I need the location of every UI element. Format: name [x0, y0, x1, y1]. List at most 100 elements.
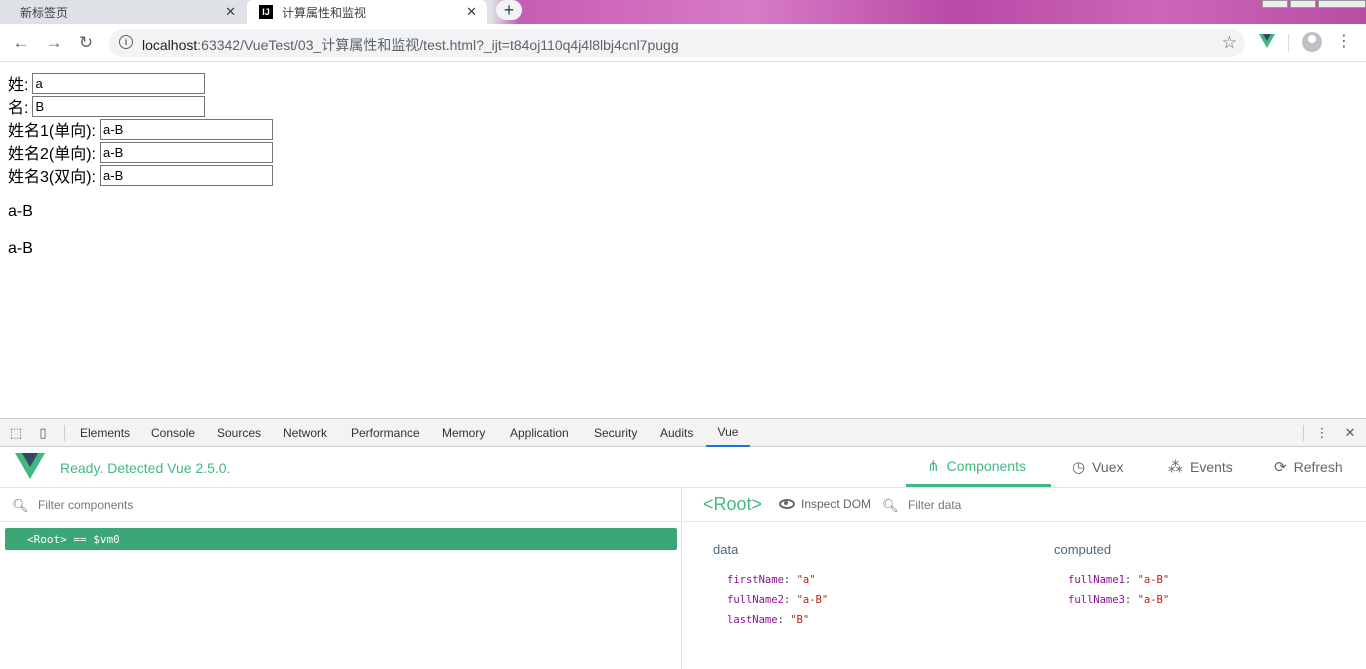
selected-component-title: <Root>: [703, 494, 763, 514]
close-tab-icon[interactable]: ✕: [466, 4, 477, 20]
data-section-title: data: [713, 542, 739, 557]
close-window-button[interactable]: [1318, 0, 1366, 8]
search-icon: 🔍︎: [12, 498, 29, 513]
property-key: fullName1: [1068, 574, 1125, 586]
devtools-divider: [1303, 425, 1304, 441]
tab-title: 计算属性和监视: [282, 5, 367, 20]
components-icon: ⋔: [927, 457, 940, 475]
component-tree-pane: 🔍︎ Filter components <Root> == $vm0: [0, 488, 682, 669]
close-tab-icon[interactable]: ✕: [225, 4, 236, 20]
full-name1-input[interactable]: [100, 118, 274, 140]
url-text[interactable]: localhost:63342/VueTest/03_计算属性和监视/test.…: [142, 35, 679, 55]
tab-events[interactable]: ⁂ Events: [1168, 447, 1233, 487]
tab-vue[interactable]: Vue: [706, 419, 750, 447]
browser-tab-new-tab[interactable]: 新标签页 ✕: [0, 0, 246, 24]
property-key: lastName: [727, 614, 778, 626]
tab-memory[interactable]: Memory: [442, 419, 485, 447]
devtools-tab-bar: ⬚ ▯ Elements Console Sources Network Per…: [0, 419, 1366, 447]
reload-icon[interactable]: ↻: [75, 32, 97, 54]
url-path: :63342/VueTest/03_计算属性和监视/test.html?_ijt…: [197, 37, 679, 53]
site-info-icon[interactable]: i: [119, 35, 133, 49]
tab-title: 新标签页: [20, 5, 69, 20]
tab-elements[interactable]: Elements: [80, 419, 130, 447]
tab-network[interactable]: Network: [283, 419, 327, 447]
profile-avatar-icon[interactable]: [1302, 32, 1322, 52]
events-icon: ⁂: [1168, 459, 1183, 476]
inspect-dom-button[interactable]: Inspect DOM: [779, 497, 871, 511]
property-key: fullName2: [727, 594, 784, 606]
field-label: 姓名3(双向):: [8, 169, 97, 186]
forward-arrow-icon[interactable]: →: [43, 32, 65, 54]
maximize-window-button[interactable]: [1290, 0, 1316, 8]
field-label: 姓名2(单向):: [8, 146, 97, 163]
devtools-divider: [64, 425, 65, 441]
last-name-input[interactable]: [32, 95, 206, 117]
close-devtools-icon[interactable]: ✕: [1342, 425, 1358, 441]
browser-toolbar: ← → ↻ i localhost:63342/VueTest/03_计算属性和…: [0, 24, 1366, 62]
vue-devtools-header: Ready. Detected Vue 2.5.0. ⋔ Components …: [0, 447, 1366, 488]
page-viewport: 姓: 名: 姓名1(单向): 姓名2(单向): 姓名3(双向): a-B a-B: [0, 62, 1366, 418]
data-property-row[interactable]: fullName2: "a-B": [727, 594, 828, 606]
inspect-element-icon[interactable]: ⬚: [8, 425, 24, 441]
vue-status-text: Ready. Detected Vue 2.5.0.: [60, 460, 231, 476]
field-row-full-name1: 姓名1(单向):: [8, 118, 274, 140]
tab-application[interactable]: Application: [510, 419, 569, 447]
full-name2-input[interactable]: [100, 141, 274, 163]
devtools-panel: ⬚ ▯ Elements Console Sources Network Per…: [0, 418, 1366, 669]
computed-section-title: computed: [1054, 542, 1112, 557]
property-value: "a-B": [1137, 594, 1170, 606]
inspect-dom-label: Inspect DOM: [801, 497, 872, 511]
property-value: "B": [790, 614, 810, 626]
eye-icon: [779, 499, 795, 509]
device-toolbar-icon[interactable]: ▯: [35, 425, 51, 441]
field-row-last-name: 名:: [8, 95, 206, 117]
search-icon: 🔍︎: [882, 498, 899, 513]
colon: :: [1124, 574, 1138, 586]
tab-performance[interactable]: Performance: [351, 419, 420, 447]
tab-vuex[interactable]: ◷ Vuex: [1072, 447, 1123, 487]
tab-audits[interactable]: Audits: [660, 419, 693, 447]
field-label: 姓:: [8, 77, 29, 94]
browser-tab-active[interactable]: IJ 计算属性和监视 ✕: [247, 0, 487, 24]
filter-components-input[interactable]: Filter components: [38, 498, 133, 512]
browser-menu-icon[interactable]: ⋮: [1336, 31, 1352, 51]
output-paragraph: a-B: [8, 203, 33, 220]
back-arrow-icon[interactable]: ←: [10, 32, 32, 54]
data-property-row[interactable]: firstName: "a": [727, 574, 816, 586]
property-value: "a-B": [1137, 574, 1170, 586]
filter-data-input[interactable]: Filter data: [908, 498, 961, 512]
property-key: firstName: [727, 574, 784, 586]
component-filter-bar: 🔍︎ Filter components: [0, 488, 682, 522]
tab-security[interactable]: Security: [594, 419, 637, 447]
tab-label: Components: [946, 457, 1026, 474]
refresh-button[interactable]: ⟳ Refresh: [1274, 447, 1343, 487]
property-value: "a-B": [796, 594, 829, 606]
vue-logo-icon: [15, 453, 45, 479]
field-row-full-name3: 姓名3(双向):: [8, 164, 274, 186]
property-value: "a": [796, 574, 816, 586]
bookmark-star-icon[interactable]: ☆: [1222, 33, 1237, 53]
vue-devtools-extension-icon[interactable]: [1259, 34, 1275, 48]
devtools-menu-icon[interactable]: ⋮: [1314, 425, 1330, 441]
tab-label: Refresh: [1293, 459, 1343, 475]
colon: :: [777, 614, 791, 626]
minimize-window-button[interactable]: [1262, 0, 1288, 8]
computed-property-row[interactable]: fullName3: "a-B": [1068, 594, 1169, 606]
tab-label: Vuex: [1092, 459, 1124, 475]
tab-console[interactable]: Console: [151, 419, 195, 447]
tab-sources[interactable]: Sources: [217, 419, 261, 447]
url-host: localhost: [142, 37, 198, 53]
first-name-input[interactable]: [32, 72, 206, 94]
output-paragraph: a-B: [8, 240, 33, 257]
data-property-row[interactable]: lastName: "B": [727, 614, 809, 626]
address-bar[interactable]: i localhost:63342/VueTest/03_计算属性和监视/tes…: [109, 29, 1245, 57]
toolbar-divider: [1288, 34, 1289, 52]
inspector-toolbar: <Root> Inspect DOM 🔍︎ Filter data: [683, 488, 1366, 522]
computed-property-row[interactable]: fullName1: "a-B": [1068, 574, 1169, 586]
new-tab-button[interactable]: +: [496, 0, 522, 20]
tab-components[interactable]: ⋔ Components: [906, 447, 1051, 487]
colon: :: [1124, 594, 1138, 606]
full-name3-input[interactable]: [100, 164, 274, 186]
component-tree-row-root[interactable]: <Root> == $vm0: [5, 528, 677, 550]
browser-tab-strip: 新标签页 ✕ IJ 计算属性和监视 ✕ +: [0, 0, 1366, 24]
